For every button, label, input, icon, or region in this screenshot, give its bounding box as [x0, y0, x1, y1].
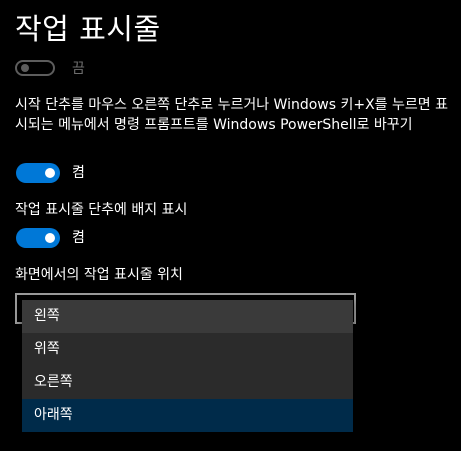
menu-item-left[interactable]: 왼쪽: [22, 300, 353, 333]
menu-item-bottom[interactable]: 아래쪽: [22, 399, 353, 432]
toggle-knob: [21, 64, 29, 72]
dropdown-menu: 왼쪽 위쪽 오른쪽 아래쪽: [22, 300, 353, 432]
badge-toggle[interactable]: [16, 228, 60, 248]
toggle-state-label: 켬: [72, 230, 85, 246]
powershell-toggle[interactable]: [16, 163, 60, 183]
toggle-state-label: 끔: [72, 61, 85, 77]
taskbar-position-label: 화면에서의 작업 표시줄 위치: [15, 267, 183, 283]
toggle-state-label: 켬: [72, 165, 85, 181]
powershell-setting-description: 시작 단추를 마우스 오른쪽 단추로 누르거나 Windows 키+X를 누르면…: [15, 97, 448, 133]
toggle-knob: [45, 233, 55, 243]
page-title: 작업 표시줄: [15, 12, 161, 46]
settings-page: 작업 표시줄 끔 시작 단추를 마우스 오른쪽 단추로 누르거나 Windows…: [0, 0, 461, 451]
toggle-knob: [45, 168, 55, 178]
toggle-switch-off[interactable]: [15, 60, 55, 76]
menu-item-right[interactable]: 오른쪽: [22, 366, 353, 399]
menu-item-top[interactable]: 위쪽: [22, 333, 353, 366]
badge-setting-description: 작업 표시줄 단추에 배지 표시: [15, 202, 188, 218]
